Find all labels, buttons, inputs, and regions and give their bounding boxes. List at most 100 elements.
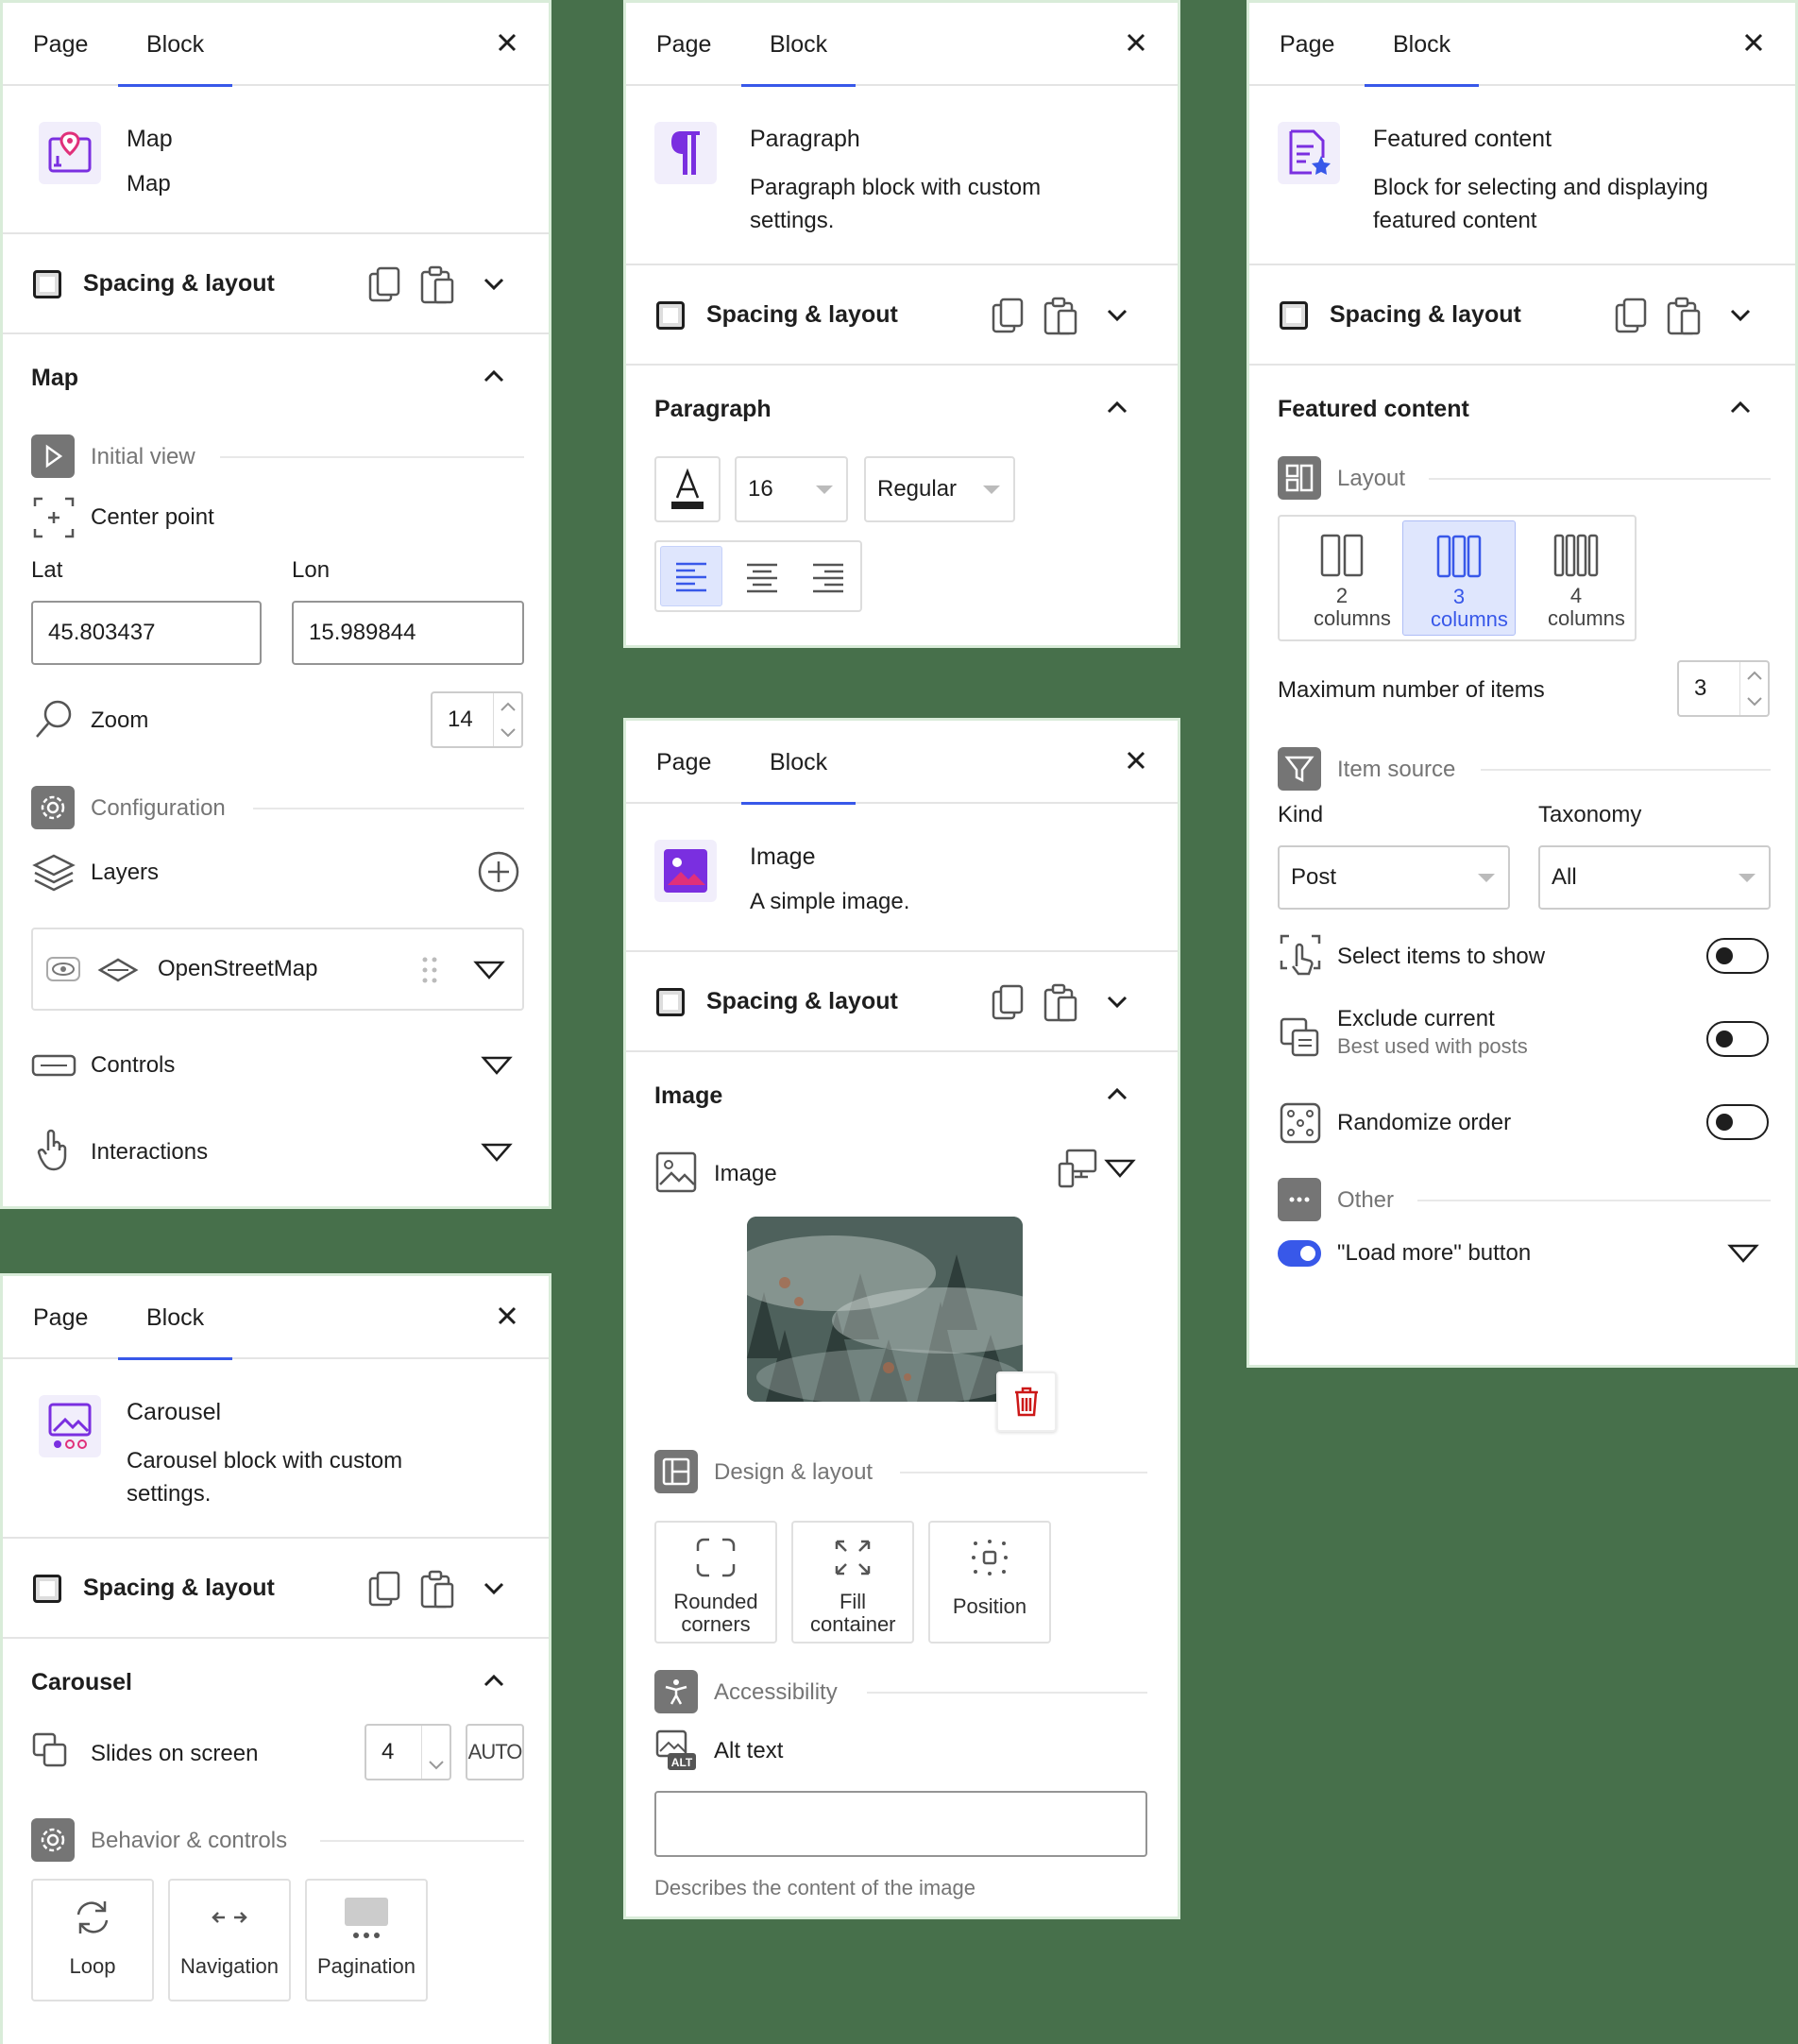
rounded-corners-tile[interactable]: Rounded corners xyxy=(654,1521,777,1644)
position-tile[interactable]: Position xyxy=(928,1521,1051,1644)
spacing-checkbox[interactable] xyxy=(33,270,61,298)
slides-stepper[interactable]: 4 xyxy=(365,1724,451,1780)
tab-block[interactable]: Block xyxy=(741,3,857,87)
font-size-select[interactable]: 16 xyxy=(735,456,848,522)
close-icon[interactable] xyxy=(488,1297,526,1335)
tab-page[interactable]: Page xyxy=(5,3,116,86)
max-items-stepper[interactable]: 3 xyxy=(1677,660,1770,717)
chevron-down-icon[interactable] xyxy=(1103,305,1131,324)
tab-page[interactable]: Page xyxy=(1251,3,1363,86)
zoom-stepper[interactable]: 14 xyxy=(431,691,523,748)
spacing-checkbox[interactable] xyxy=(1280,301,1308,330)
font-size-value: 16 xyxy=(748,476,773,502)
paste-icon[interactable] xyxy=(1042,982,1079,1024)
tab-block[interactable]: Block xyxy=(118,1276,233,1360)
columns-4-option[interactable]: 4 columns xyxy=(1519,520,1633,636)
paste-icon[interactable] xyxy=(1042,296,1079,337)
image-panel: Page Block Image A simple image. Spacing… xyxy=(623,718,1180,1919)
exclude-current-toggle[interactable] xyxy=(1706,1021,1769,1057)
font-weight-select[interactable]: Regular xyxy=(864,456,1015,522)
text-color-button[interactable] xyxy=(654,456,721,522)
chevron-down-icon[interactable] xyxy=(1103,992,1131,1011)
chevron-up-icon[interactable] xyxy=(480,1671,508,1690)
delete-image-button[interactable] xyxy=(996,1371,1057,1432)
align-center-icon[interactable] xyxy=(732,548,792,606)
spacing-layout-row[interactable]: Spacing & layout xyxy=(626,265,1178,366)
columns-2-icon xyxy=(1320,534,1364,577)
map-panel: Page Block Map Map Spacing & layout Map … xyxy=(0,0,551,1209)
block-description: Carousel block with custom settings. xyxy=(127,1448,403,1507)
copy-icon[interactable] xyxy=(990,982,1027,1024)
align-right-icon[interactable] xyxy=(798,548,858,606)
lat-input[interactable]: 45.803437 xyxy=(31,601,262,665)
load-more-expand-icon[interactable] xyxy=(1727,1243,1759,1264)
expand-triangle-icon[interactable] xyxy=(473,960,505,980)
copy-icon[interactable] xyxy=(366,1569,404,1610)
alt-text-input[interactable] xyxy=(654,1791,1147,1857)
chevron-down-icon[interactable] xyxy=(480,274,508,293)
drag-handle-icon[interactable] xyxy=(420,954,439,986)
controls-expand-icon[interactable] xyxy=(481,1055,513,1076)
close-icon[interactable] xyxy=(1735,24,1773,61)
spacing-layout-row[interactable]: Spacing & layout xyxy=(3,234,549,334)
responsive-devices-icon[interactable] xyxy=(1056,1147,1099,1190)
add-layer-icon[interactable] xyxy=(477,850,520,894)
close-icon[interactable] xyxy=(1117,741,1155,779)
navigation-tile[interactable]: Navigation xyxy=(168,1879,291,2001)
tab-block[interactable]: Block xyxy=(741,721,857,805)
chevron-up-icon[interactable] xyxy=(1726,398,1755,417)
spacing-label: Spacing & layout xyxy=(83,270,275,297)
paste-icon[interactable] xyxy=(1665,296,1703,337)
tab-block[interactable]: Block xyxy=(1365,3,1480,87)
spacing-checkbox[interactable] xyxy=(656,988,685,1016)
stepper-arrows[interactable] xyxy=(1739,662,1768,715)
close-icon[interactable] xyxy=(488,24,526,61)
chevron-down-icon[interactable] xyxy=(1726,305,1755,324)
max-items-value: 3 xyxy=(1694,675,1707,701)
hand-pointer-icon xyxy=(37,1129,67,1171)
copy-icon[interactable] xyxy=(990,296,1027,337)
lon-input[interactable]: 15.989844 xyxy=(292,601,524,665)
tab-page[interactable]: Page xyxy=(5,1276,116,1359)
layer-row[interactable]: OpenStreetMap xyxy=(31,928,524,1011)
loop-tile[interactable]: Loop xyxy=(31,1879,154,2001)
paste-icon[interactable] xyxy=(418,1569,456,1610)
load-more-toggle[interactable] xyxy=(1278,1240,1321,1267)
chevron-up-icon[interactable] xyxy=(480,366,508,385)
align-left-button[interactable] xyxy=(660,546,722,606)
image-expand-icon[interactable] xyxy=(1104,1158,1136,1179)
kind-select[interactable]: Post xyxy=(1278,845,1510,910)
tab-page[interactable]: Page xyxy=(628,3,739,86)
taxonomy-select[interactable]: All xyxy=(1538,845,1771,910)
chevron-up-icon[interactable] xyxy=(1103,398,1131,417)
select-items-toggle[interactable] xyxy=(1706,938,1769,974)
chevron-up-icon[interactable] xyxy=(1103,1084,1131,1103)
columns-3-option[interactable]: 3 columns xyxy=(1402,520,1516,636)
columns-2-option[interactable]: 2 columns xyxy=(1285,520,1399,636)
eye-icon[interactable] xyxy=(46,954,80,984)
tab-page[interactable]: Page xyxy=(628,721,739,804)
interactions-expand-icon[interactable] xyxy=(481,1142,513,1163)
copy-icon[interactable] xyxy=(1613,296,1651,337)
stepper-arrows[interactable] xyxy=(493,693,521,746)
chevron-down-icon[interactable] xyxy=(480,1578,508,1597)
pagination-tile[interactable]: Pagination xyxy=(305,1879,428,2001)
more-dots-icon xyxy=(1278,1178,1321,1221)
spacing-layout-row[interactable]: Spacing & layout xyxy=(1249,265,1795,366)
stepper-arrows[interactable] xyxy=(421,1726,450,1779)
copy-icon[interactable] xyxy=(366,264,404,306)
fill-container-tile[interactable]: Fill container xyxy=(791,1521,914,1644)
image-preview[interactable] xyxy=(747,1217,1023,1402)
fill-container-label: Fill container xyxy=(810,1590,896,1636)
auto-button[interactable]: AUTO xyxy=(466,1724,524,1780)
spacing-layout-row[interactable]: Spacing & layout xyxy=(3,1539,549,1639)
paste-icon[interactable] xyxy=(418,264,456,306)
spacing-checkbox[interactable] xyxy=(33,1575,61,1603)
close-icon[interactable] xyxy=(1117,24,1155,61)
slides-value: 4 xyxy=(382,1739,395,1764)
spacing-checkbox[interactable] xyxy=(656,301,685,330)
tab-block[interactable]: Block xyxy=(118,3,233,87)
taxonomy-label: Taxonomy xyxy=(1538,802,1642,827)
randomize-toggle[interactable] xyxy=(1706,1104,1769,1140)
spacing-layout-row[interactable]: Spacing & layout xyxy=(626,952,1178,1052)
